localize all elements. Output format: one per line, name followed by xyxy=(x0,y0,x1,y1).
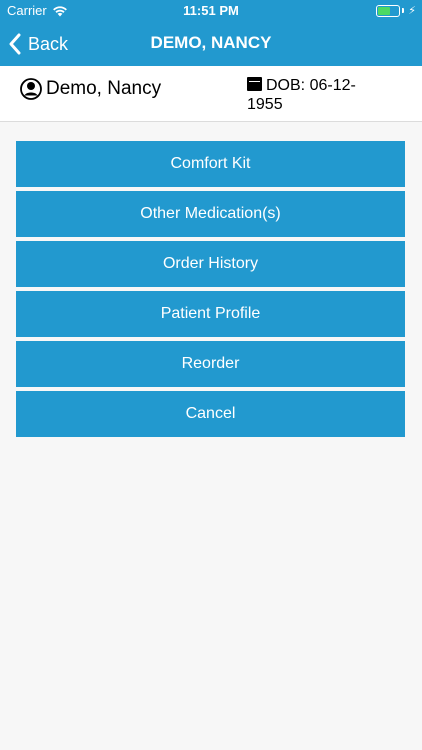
battery-fill xyxy=(378,6,391,15)
charging-bolt-icon: ⚡ xyxy=(408,5,416,17)
page-title: DEMO, NANCY xyxy=(150,33,272,52)
battery-cap xyxy=(402,8,405,13)
battery-icon xyxy=(376,4,401,17)
person-icon xyxy=(20,78,42,100)
patient-profile-button[interactable]: Patient Profile xyxy=(16,291,405,337)
patient-header: Demo, Nancy DOB: 06-12- 1955 xyxy=(0,66,422,122)
comfort-kit-button[interactable]: Comfort Kit xyxy=(16,141,405,187)
calendar-icon xyxy=(247,77,262,91)
action-menu: Comfort Kit Other Medication(s) Order Hi… xyxy=(16,141,405,441)
battery-indicator: ⚡ xyxy=(376,4,416,17)
status-time: 11:51 PM xyxy=(183,3,239,18)
status-bar: Carrier 11:51 PM ⚡ xyxy=(0,0,422,22)
dob-line-2: 1955 xyxy=(247,96,283,113)
top-bar: Carrier 11:51 PM ⚡ Back DEMO, NANCY xyxy=(0,0,422,66)
reorder-button[interactable]: Reorder xyxy=(16,341,405,387)
patient-dob: DOB: 06-12- 1955 xyxy=(247,76,397,114)
patient-name: Demo, Nancy xyxy=(46,78,162,99)
dob-line-1: DOB: 06-12- xyxy=(266,77,356,94)
cancel-button[interactable]: Cancel xyxy=(16,391,405,437)
navigation-bar: Back DEMO, NANCY xyxy=(0,22,422,66)
other-medications-button[interactable]: Other Medication(s) xyxy=(16,191,405,237)
patient-name-block: Demo, Nancy xyxy=(20,78,161,100)
order-history-button[interactable]: Order History xyxy=(16,241,405,287)
